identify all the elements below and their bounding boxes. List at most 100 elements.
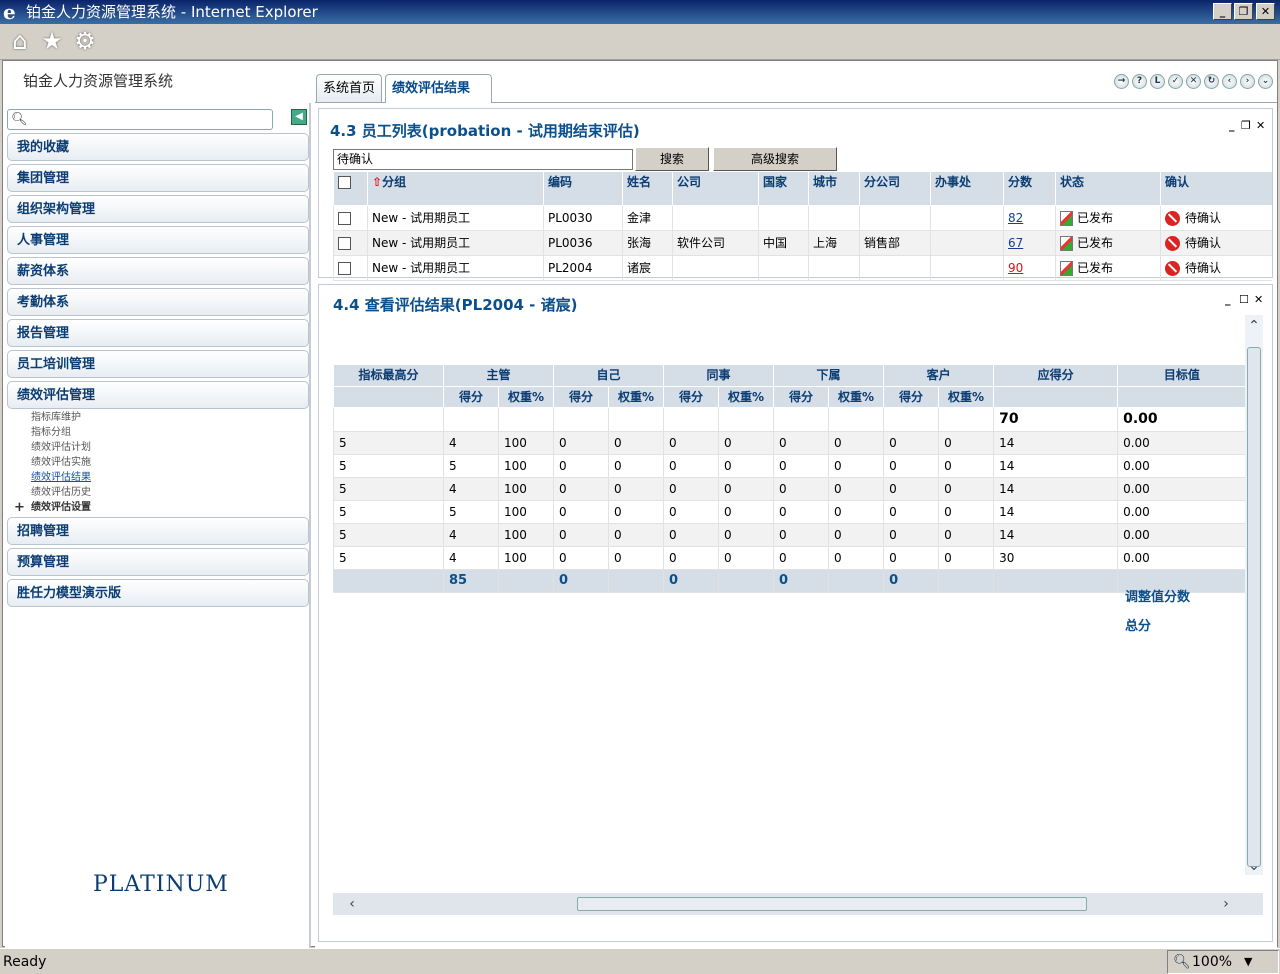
- submenu-history[interactable]: 绩效评估历史: [31, 485, 91, 500]
- col-country[interactable]: 国家: [758, 172, 809, 206]
- cell: [718, 407, 774, 432]
- restore-button[interactable]: ❐: [1234, 3, 1253, 20]
- head-score: 得分: [883, 386, 939, 408]
- language-icon[interactable]: L: [1150, 74, 1165, 89]
- total-row: 70 0.00: [333, 407, 1246, 432]
- col-city[interactable]: 城市: [808, 172, 860, 206]
- cell-confirm: 待确认: [1160, 230, 1272, 256]
- zoom-dropdown-icon[interactable]: ▼: [1244, 951, 1252, 973]
- pending-stop-icon: [1165, 210, 1180, 226]
- col-status[interactable]: 状态: [1055, 172, 1161, 206]
- result-panel-maximize-icon[interactable]: ☐: [1239, 294, 1249, 306]
- head-score: 得分: [443, 386, 499, 408]
- head-score: 得分: [663, 386, 719, 408]
- zoom-control[interactable]: 🔍︎ 100% ▼: [1167, 950, 1279, 974]
- menu-org[interactable]: 组织架构管理: [7, 195, 309, 223]
- result-panel-minimize-icon[interactable]: _: [1225, 294, 1231, 306]
- home-icon[interactable]: ⌂: [6, 27, 34, 55]
- vertical-scroll-thumb[interactable]: [1247, 347, 1261, 867]
- score-link[interactable]: 90: [1008, 261, 1023, 275]
- select-all-checkbox[interactable]: [338, 176, 351, 189]
- cell: 100: [497, 454, 554, 478]
- menu-salary[interactable]: 薪资体系: [7, 257, 309, 285]
- back-icon[interactable]: ‹: [1222, 74, 1237, 89]
- window-title: 铂金人力资源管理系统 - Internet Explorer: [26, 3, 318, 21]
- menu-personnel[interactable]: 人事管理: [7, 226, 309, 254]
- table-row[interactable]: New - 试用期员工 PL0036 张海 软件公司 中国 上海 销售部 67 …: [333, 230, 1272, 256]
- tab-performance-results[interactable]: 绩效评估结果: [385, 74, 492, 103]
- expand-down-icon[interactable]: ⌄: [1258, 74, 1273, 89]
- app-name: 铂金人力资源管理系统: [23, 72, 174, 90]
- scroll-left-icon[interactable]: ‹: [343, 897, 361, 911]
- panel-minimize-icon[interactable]: _: [1229, 120, 1235, 132]
- col-name[interactable]: 姓名: [622, 172, 673, 206]
- result-panel-close-icon[interactable]: ✕: [1254, 294, 1263, 306]
- submenu-results[interactable]: 绩效评估结果: [31, 470, 91, 485]
- panel-restore-icon[interactable]: ❐: [1241, 120, 1251, 132]
- col-score[interactable]: 分数: [1003, 172, 1056, 206]
- menu-competency[interactable]: 胜任力模型演示版: [7, 579, 309, 607]
- close-window-button[interactable]: ✕: [1256, 3, 1275, 20]
- submenu-settings[interactable]: 绩效评估设置: [31, 500, 91, 515]
- forward-icon[interactable]: ›: [1240, 74, 1255, 89]
- cell: 0: [718, 477, 774, 501]
- horizontal-scrollbar[interactable]: ‹ ›: [333, 893, 1263, 915]
- approve-icon[interactable]: ✓: [1168, 74, 1183, 89]
- cell: 0: [938, 500, 994, 524]
- login-icon[interactable]: →: [1114, 74, 1129, 89]
- menu-recruit[interactable]: 招聘管理: [7, 517, 309, 545]
- menu-training[interactable]: 员工培训管理: [7, 350, 309, 378]
- row-checkbox[interactable]: [338, 261, 351, 275]
- menu-budget[interactable]: 预算管理: [7, 548, 309, 576]
- favorites-star-icon[interactable]: ★: [38, 27, 66, 55]
- row-checkbox[interactable]: [338, 211, 351, 225]
- submenu-indicator-library[interactable]: 指标库维护: [31, 410, 81, 425]
- refresh-icon[interactable]: ↻: [1204, 74, 1219, 89]
- score-link[interactable]: 82: [1008, 211, 1023, 225]
- col-branch[interactable]: 分公司: [859, 172, 931, 206]
- head-target: 目标值: [1117, 365, 1246, 387]
- table-row[interactable]: New - 试用期员工 PL2004 诸宸 90 已发布 待确认: [333, 255, 1272, 281]
- scroll-up-icon[interactable]: ⌃: [1245, 319, 1263, 333]
- cell: 14: [993, 431, 1118, 455]
- menu-report[interactable]: 报告管理: [7, 319, 309, 347]
- sum-cell: 0: [773, 569, 829, 593]
- zoom-magnifier-icon: 🔍︎: [1173, 954, 1191, 970]
- vertical-scrollbar[interactable]: ⌃ ⌄: [1245, 315, 1263, 875]
- submenu-indicator-group[interactable]: 指标分组: [31, 425, 71, 440]
- table-row[interactable]: New - 试用期员工 PL0030 金津 82 已发布 待确认: [333, 205, 1272, 231]
- cell-branch: [859, 255, 931, 281]
- submenu-plan[interactable]: 绩效评估计划: [31, 440, 91, 455]
- col-office[interactable]: 办事处: [930, 172, 1004, 206]
- menu-performance[interactable]: 绩效评估管理: [7, 381, 309, 409]
- col-code[interactable]: 编码: [543, 172, 623, 206]
- cell: 0: [773, 523, 829, 547]
- submenu-implement[interactable]: 绩效评估实施: [31, 455, 91, 470]
- minimize-button[interactable]: _: [1213, 3, 1232, 20]
- tab-home[interactable]: 系统首页: [316, 74, 383, 102]
- col-group[interactable]: ⇧分组: [367, 172, 544, 206]
- collapse-sidebar-icon[interactable]: ◀: [291, 109, 307, 125]
- filter-input[interactable]: 待确认: [333, 149, 633, 170]
- help-icon[interactable]: ?: [1132, 74, 1147, 89]
- col-confirm[interactable]: 确认: [1160, 172, 1272, 206]
- scroll-down-icon[interactable]: ⌄: [1245, 859, 1263, 873]
- horizontal-scroll-thumb[interactable]: [577, 897, 1087, 911]
- status-label: 已发布: [1077, 210, 1114, 225]
- col-company[interactable]: 公司: [672, 172, 759, 206]
- menu-favorites[interactable]: 我的收藏: [7, 133, 309, 161]
- panel-close-icon[interactable]: ✕: [1256, 120, 1265, 132]
- row-checkbox[interactable]: [338, 236, 351, 250]
- menu-group[interactable]: 集团管理: [7, 164, 309, 192]
- settings-gear-icon[interactable]: ⚙: [71, 27, 99, 55]
- cell: 5: [333, 454, 444, 478]
- sidebar-search-input[interactable]: 🔍︎: [7, 109, 273, 130]
- menu-attendance[interactable]: 考勤体系: [7, 288, 309, 316]
- tools-icon[interactable]: ✕: [1186, 74, 1201, 89]
- expand-plus-icon[interactable]: +: [14, 500, 25, 515]
- score-link[interactable]: 67: [1008, 236, 1023, 250]
- scroll-right-icon[interactable]: ›: [1217, 897, 1235, 911]
- advanced-search-button[interactable]: 高级搜索: [713, 147, 837, 171]
- cell: [938, 407, 994, 432]
- search-button[interactable]: 搜索: [635, 147, 709, 171]
